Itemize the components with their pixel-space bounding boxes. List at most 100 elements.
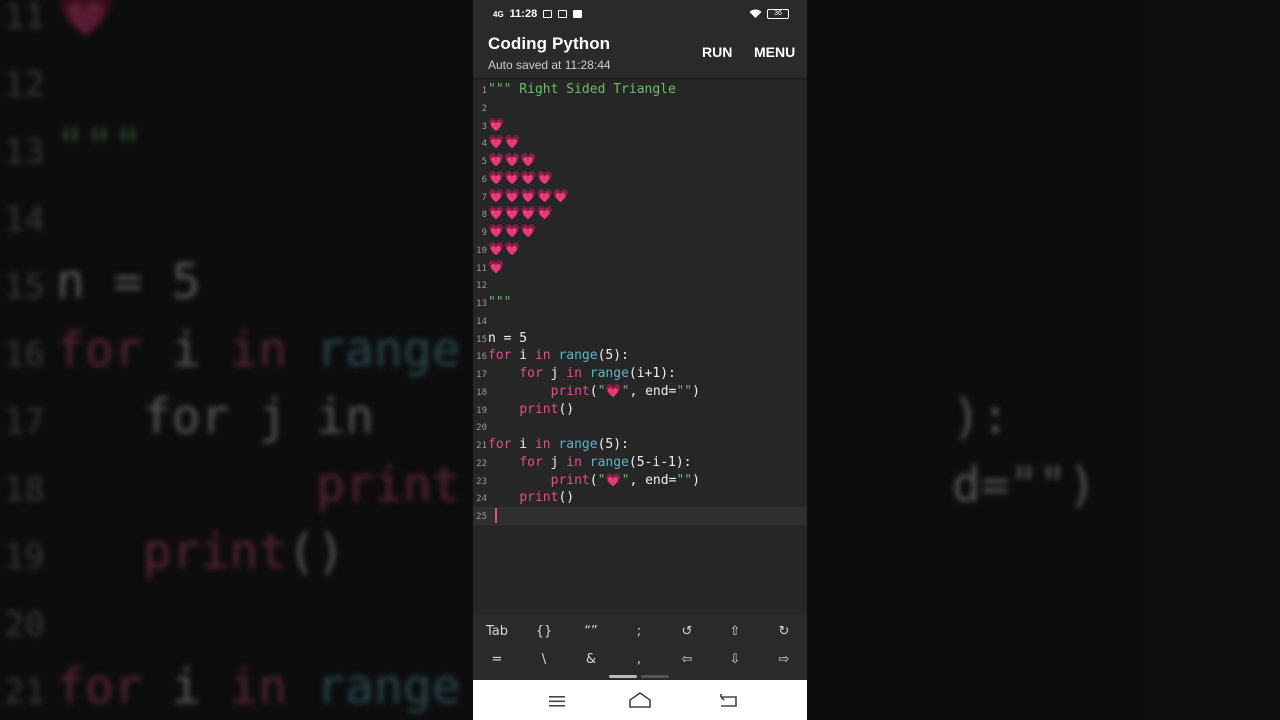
code-line[interactable]: 20 xyxy=(473,418,807,436)
recent-apps-icon[interactable] xyxy=(537,690,577,712)
code-line[interactable]: 6 💗💗💗💗 xyxy=(473,170,807,188)
code-line[interactable]: 14 xyxy=(473,312,807,330)
line-code: for i in range(5): xyxy=(488,436,629,454)
code-line[interactable]: 4 💗💗 xyxy=(473,134,807,152)
line-number: 12 xyxy=(476,281,487,292)
code-line[interactable]: 13 """ xyxy=(473,294,807,312)
string-token: "" xyxy=(676,383,693,399)
line-number: 7 xyxy=(481,192,487,203)
line-number: 24 xyxy=(476,494,487,505)
line-number: 20 xyxy=(476,423,487,434)
code-line[interactable]: 1 """ Right Sided Triangle xyxy=(473,81,807,99)
keyboard-key[interactable]: \ xyxy=(524,647,564,673)
heart-emoji: 💗💗 xyxy=(488,135,521,151)
code-line[interactable]: 7 💗💗💗💗💗 xyxy=(473,188,807,206)
keyboard-key[interactable]: ; xyxy=(619,619,659,645)
line-number: 18 xyxy=(476,387,487,398)
code-token: i xyxy=(511,348,535,364)
line-number: 10 xyxy=(476,245,487,256)
line-number: 19 xyxy=(476,405,487,416)
keyword-token: for xyxy=(488,348,512,364)
keyboard-key[interactable]: ⇧ xyxy=(715,619,755,645)
code-line[interactable]: 22 for j in range(5-i-1): xyxy=(473,454,807,472)
keyboard-key[interactable]: ⇨ xyxy=(764,647,804,673)
keyword-token: for xyxy=(519,454,543,470)
keyword-token: in xyxy=(566,454,582,470)
keyboard-page-indicator xyxy=(641,675,669,678)
line-number: 22 xyxy=(476,458,487,469)
clock: 11:28 xyxy=(509,8,538,20)
code-token: ) xyxy=(692,383,700,399)
keyboard-key[interactable]: = xyxy=(477,647,517,673)
code-token: (5): xyxy=(597,437,629,452)
keyboard-key[interactable]: “” xyxy=(571,619,611,645)
heart-emoji: 💗💗💗 xyxy=(488,153,537,168)
line-code: 💗💗 xyxy=(488,134,520,152)
line-number: 21 xyxy=(476,441,487,451)
code-line[interactable]: 3 💗 xyxy=(473,117,807,135)
keyword-token: in xyxy=(534,437,551,452)
line-number: 9 xyxy=(481,228,487,238)
app-title: Coding Python xyxy=(488,34,611,53)
battery-level: 36 xyxy=(774,10,782,17)
keyboard-key[interactable]: Tab xyxy=(477,619,517,645)
string-token: "💗" xyxy=(597,383,630,399)
code-line[interactable]: 25 xyxy=(473,507,807,525)
code-line[interactable]: 17 for j in range(i+1): xyxy=(473,365,807,383)
keyboard-key[interactable]: ↻ xyxy=(764,619,804,645)
code-line[interactable]: 8 💗💗💗💗 xyxy=(473,205,807,223)
line-number: 16 xyxy=(476,352,487,363)
code-token: , end= xyxy=(629,472,677,488)
code-line[interactable]: 21 for i in range(5): xyxy=(473,436,807,454)
code-line[interactable]: 19 print() xyxy=(473,401,807,419)
keyword-token: for xyxy=(519,366,543,381)
keyboard-key[interactable]: , xyxy=(619,647,659,673)
keyboard-key[interactable]: ⇦ xyxy=(667,647,707,673)
line-number: 1 xyxy=(481,86,487,96)
keyboard-key[interactable]: & xyxy=(571,647,611,673)
code-line[interactable]: 24 print() xyxy=(473,489,807,507)
keyword-token: for xyxy=(488,437,512,452)
line-code: print() xyxy=(488,489,574,507)
symbol-keyboard: Tab {} “”; ↺ ⇧ ↻ = \ &, ⇦ ⇩ ⇨ xyxy=(473,615,807,680)
line-number: 11 xyxy=(476,263,487,274)
menu-button[interactable]: MENU xyxy=(754,44,795,60)
code-line[interactable]: 11 💗 xyxy=(473,259,807,277)
function-token: range xyxy=(589,454,629,470)
keyboard-key[interactable]: ⇩ xyxy=(715,647,755,673)
autosave-status: Auto saved at 11:28:44 xyxy=(488,58,611,72)
code-line[interactable]: 5 💗💗💗 xyxy=(473,152,807,170)
keyboard-key[interactable]: {} xyxy=(524,619,564,645)
keyword-token: in xyxy=(566,366,582,381)
heart-emoji: 💗💗💗💗 xyxy=(488,206,553,222)
code-line[interactable]: 18 print("💗", end="") xyxy=(473,383,807,401)
line-code: print() xyxy=(488,401,574,419)
keyword-token: print xyxy=(519,401,559,417)
code-token: ( xyxy=(589,472,598,488)
line-number: 15 xyxy=(476,334,487,345)
notification-icon xyxy=(558,10,568,18)
line-number: 14 xyxy=(476,316,487,327)
heart-emoji: 💗💗💗💗 xyxy=(488,170,553,186)
keyboard-key[interactable]: ↺ xyxy=(667,619,707,645)
back-icon[interactable] xyxy=(708,690,748,712)
code-line[interactable]: 2 xyxy=(473,99,807,117)
code-line[interactable]: 10 💗💗 xyxy=(473,241,807,259)
code-line[interactable]: 12 xyxy=(473,276,807,294)
code-line[interactable]: 16 for i in range(5): xyxy=(473,347,807,365)
run-button[interactable]: RUN xyxy=(702,44,732,60)
code-line[interactable]: 9 💗💗💗 xyxy=(473,223,807,241)
keyword-token: print xyxy=(550,383,590,399)
code-line[interactable]: 15 n = 5 xyxy=(473,330,807,348)
home-icon[interactable] xyxy=(620,690,660,712)
code-editor[interactable]: 1 """ Right Sided Triangle 2 3 💗 4 💗💗 5 💗💗💗 6 💗💗💗💗… xyxy=(473,80,807,615)
line-number: 13 xyxy=(476,299,487,309)
line-code: n = 5 xyxy=(488,330,527,348)
line-code: print("💗", end="") xyxy=(488,383,700,401)
code-line[interactable]: 23 print("💗", end="") xyxy=(473,472,807,490)
function-token: range xyxy=(558,348,598,364)
line-code: 💗 xyxy=(488,259,504,277)
